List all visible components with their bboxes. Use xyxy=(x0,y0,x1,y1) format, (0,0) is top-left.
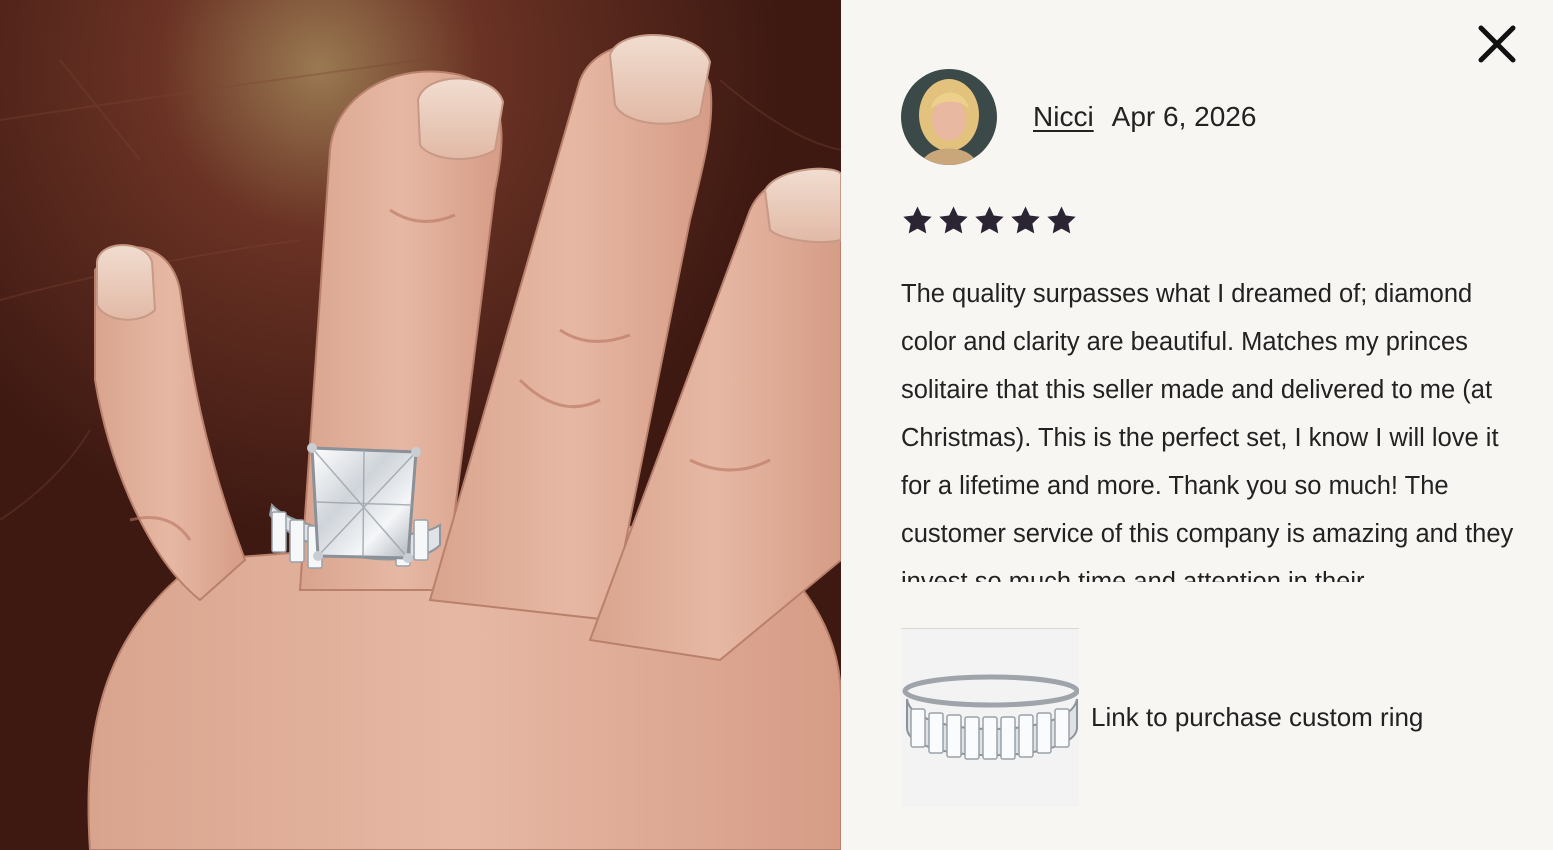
hand-ring-photo xyxy=(0,0,841,850)
star-icon xyxy=(975,206,1004,234)
purchase-link-card[interactable]: Link to purchase custom ring xyxy=(901,628,1423,807)
reviewer-avatar xyxy=(901,69,997,165)
review-details-panel: Nicci Apr 6, 2026 The quality surpasses … xyxy=(841,0,1553,850)
avatar-image xyxy=(901,69,997,165)
reviewer-name-link[interactable]: Nicci xyxy=(1033,101,1094,133)
review-photo xyxy=(0,0,841,850)
reviewer-header: Nicci Apr 6, 2026 xyxy=(901,69,1256,165)
product-thumbnail[interactable] xyxy=(901,628,1079,807)
eternity-band-image xyxy=(901,629,1079,807)
star-rating xyxy=(901,204,1078,237)
star-icon xyxy=(903,206,932,234)
star-icon xyxy=(939,206,968,234)
close-button[interactable] xyxy=(1475,22,1519,66)
star-icon xyxy=(1011,206,1040,234)
review-date: Apr 6, 2026 xyxy=(1111,101,1257,132)
close-icon xyxy=(1478,25,1516,63)
purchase-link-label[interactable]: Link to purchase custom ring xyxy=(1091,702,1423,733)
review-body: The quality surpasses what I dreamed of;… xyxy=(901,280,1514,582)
star-icon xyxy=(1047,206,1076,234)
review-modal: Nicci Apr 6, 2026 The quality surpasses … xyxy=(0,0,1553,850)
